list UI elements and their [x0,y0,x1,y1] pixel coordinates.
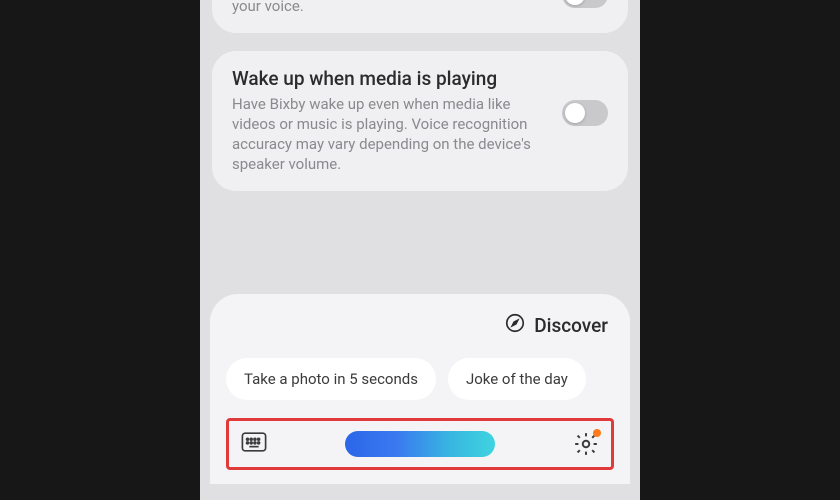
compass-icon [504,312,526,338]
keyboard-icon[interactable] [241,431,267,457]
settings-button[interactable] [573,431,599,457]
setting-card-voice-recognition[interactable]: Teach Bixby to recognize and respond to … [212,0,628,33]
suggestion-chip[interactable]: Joke of the day [448,358,586,400]
setting-desc: Teach Bixby to recognize and respond to … [232,0,501,17]
action-bar-highlighted [226,418,614,470]
suggestion-chip[interactable]: Take a photo in 5 seconds [226,358,436,400]
notification-dot-icon [593,429,601,437]
setting-desc: Have Bixby wake up even when media like … [232,94,542,175]
discover-button[interactable]: Discover [226,312,614,338]
setting-card-wake-media[interactable]: Wake up when media is playing Have Bixby… [212,51,628,191]
toggle-wake-media[interactable] [562,100,608,126]
toggle-voice-recognition[interactable] [562,0,608,8]
voice-input-button[interactable] [345,431,495,457]
phone-viewport: Teach Bixby to recognize and respond to … [200,0,640,500]
suggestion-chips: Take a photo in 5 seconds Joke of the da… [226,358,614,400]
setting-title: Wake up when media is playing [232,67,608,90]
bixby-bottom-sheet: Discover Take a photo in 5 seconds Joke … [210,294,630,484]
discover-label: Discover [534,314,608,337]
gear-icon [573,442,599,461]
